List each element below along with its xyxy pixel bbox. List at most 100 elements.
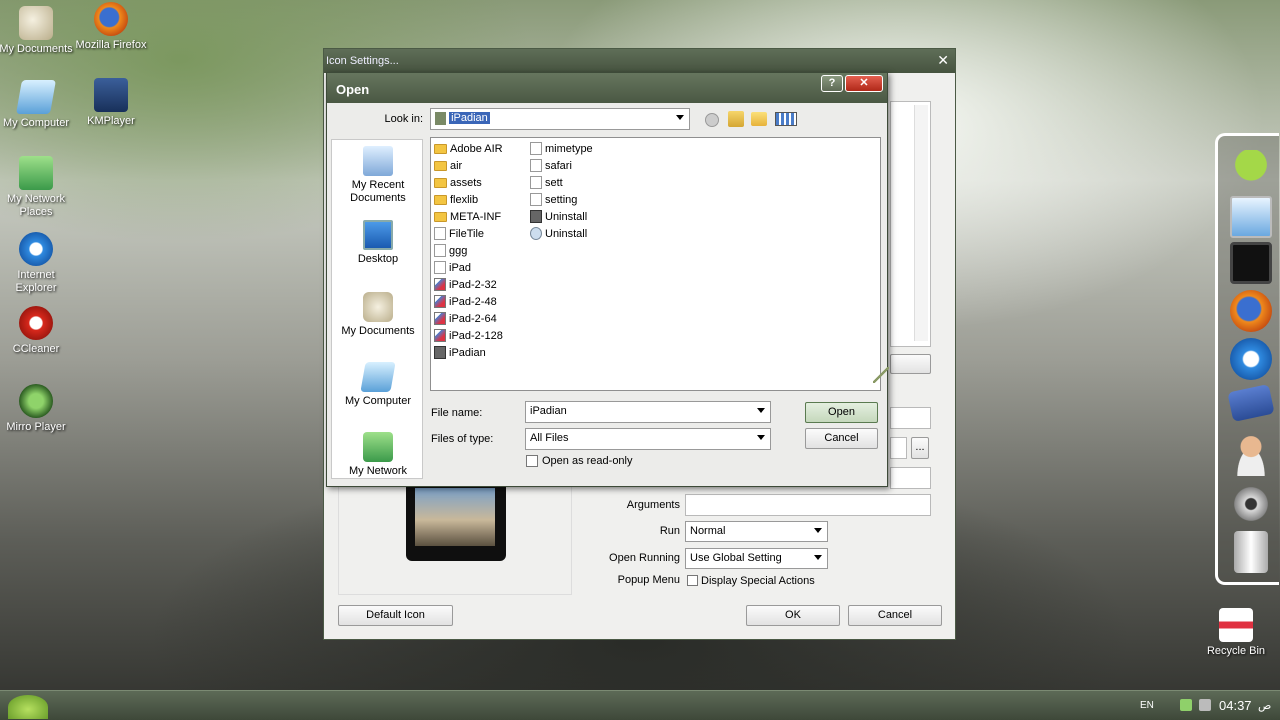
display-special-actions-label: Display Special Actions [701, 575, 815, 587]
desktop-icon-internet-explorer[interactable]: Internet Explorer [0, 232, 74, 295]
list-item[interactable]: setting [530, 191, 577, 208]
browse-button[interactable]: ... [911, 437, 929, 459]
monitor-icon[interactable] [1230, 196, 1272, 238]
desktop-icon-ccleaner[interactable]: CCleaner [0, 306, 74, 356]
file-list[interactable]: Adobe AIR air assets flexlib META-INF Fi… [430, 137, 881, 391]
desktop-icon-firefox[interactable]: Mozilla Firefox [73, 2, 149, 52]
clock-ampm: ص [1258, 700, 1272, 712]
open-dialog-titlebar: Open ? ✕ [327, 73, 887, 103]
open-button[interactable]: Open [805, 402, 878, 423]
internet-explorer-icon [19, 232, 53, 266]
list-item[interactable]: Adobe AIR [434, 140, 503, 157]
desktop-icon-my-computer[interactable]: My Computer [0, 80, 74, 130]
android-icon[interactable] [1230, 150, 1272, 192]
view-menu-icon[interactable] [775, 112, 797, 126]
side-field-2[interactable] [890, 437, 907, 459]
list-item[interactable]: sett [530, 174, 563, 191]
folder-icon [434, 194, 447, 205]
files-of-type-value: All Files [530, 432, 569, 444]
list-item[interactable]: iPad [434, 259, 471, 276]
user-support-icon[interactable] [1230, 434, 1272, 476]
place-recent-documents[interactable]: My Recent Documents [332, 146, 424, 205]
list-item[interactable]: iPadian [434, 344, 486, 361]
place-my-computer[interactable]: My Computer [332, 362, 424, 407]
image-file-icon [434, 329, 446, 342]
trash-icon[interactable] [1234, 531, 1268, 573]
list-item[interactable]: air [434, 157, 462, 174]
chevron-down-icon [676, 115, 684, 120]
place-desktop[interactable]: Desktop [332, 220, 424, 265]
internet-explorer-icon[interactable] [1230, 338, 1272, 380]
list-item[interactable]: iPad-2-64 [434, 310, 497, 327]
list-item[interactable]: iPad-2-48 [434, 293, 497, 310]
run-select[interactable]: Normal [685, 521, 828, 542]
read-only-checkbox[interactable] [526, 455, 538, 467]
tray-volume-icon[interactable] [1199, 699, 1211, 711]
cancel-button[interactable]: Cancel [805, 428, 878, 449]
cancel-button[interactable]: Cancel [848, 605, 942, 626]
firefox-icon[interactable] [1230, 290, 1272, 332]
image-file-icon [434, 312, 446, 325]
open-running-select[interactable]: Use Global Setting [685, 548, 828, 569]
look-in-select[interactable]: iPadian [430, 108, 690, 130]
default-icon-button[interactable]: Default Icon [338, 605, 453, 626]
list-item[interactable]: FileTile [434, 225, 484, 242]
scrollbar[interactable] [914, 105, 928, 341]
list-item[interactable]: ggg [434, 242, 467, 259]
image-file-icon [434, 278, 446, 291]
file-icon [530, 193, 542, 206]
language-indicator[interactable]: EN [1140, 700, 1154, 711]
start-button[interactable] [8, 695, 48, 719]
clock-time[interactable]: 04:37 [1219, 698, 1252, 713]
up-folder-icon[interactable] [728, 111, 744, 127]
tray-network-icon[interactable] [1180, 699, 1192, 711]
help-button[interactable]: ? [821, 75, 843, 92]
resize-grip-icon[interactable] [873, 367, 889, 383]
desktop-icon-recycle-bin[interactable]: Recycle Bin [1198, 608, 1274, 658]
run-label: Run [659, 525, 680, 537]
back-icon[interactable] [705, 113, 719, 127]
list-item[interactable]: Uninstall [530, 225, 587, 242]
list-item[interactable]: META-INF [434, 208, 501, 225]
file-icon [434, 261, 446, 274]
arguments-field[interactable] [685, 494, 931, 516]
open-dialog: Open ? ✕ Look in: iPadian My Recent Docu… [326, 72, 889, 487]
network-places-icon [363, 432, 393, 462]
image-file-icon [434, 295, 446, 308]
firefox-icon [94, 2, 128, 36]
list-item[interactable]: flexlib [434, 191, 478, 208]
folder-icon [434, 211, 447, 222]
folder-icon [434, 160, 447, 171]
file-icon [434, 244, 446, 257]
desktop-icon-network-places[interactable]: My Network Places [0, 156, 74, 219]
list-item[interactable]: iPad-2-32 [434, 276, 497, 293]
side-field-3[interactable] [890, 467, 931, 489]
list-item[interactable]: assets [434, 174, 482, 191]
ok-button[interactable]: OK [746, 605, 840, 626]
side-field-1[interactable] [890, 407, 931, 429]
close-icon[interactable]: ✕ [937, 52, 949, 69]
desktop-icon-label: KMPlayer [87, 115, 135, 127]
ipad-preview-image [406, 481, 506, 561]
list-item[interactable]: safari [530, 157, 572, 174]
list-item[interactable]: iPad-2-128 [434, 327, 503, 344]
new-folder-icon[interactable] [751, 112, 767, 126]
desktop-icon-label: Mozilla Firefox [75, 39, 147, 51]
files-of-type-select[interactable]: All Files [525, 428, 771, 450]
place-my-documents[interactable]: My Documents [332, 292, 424, 337]
desktop-icon-my-documents[interactable]: My Documents [0, 6, 74, 56]
facebook-icon[interactable] [1227, 383, 1275, 423]
file-name-input[interactable]: iPadian [525, 401, 771, 423]
side-button[interactable] [890, 354, 931, 374]
ipad-icon[interactable] [1230, 242, 1272, 284]
list-item[interactable]: Uninstall [530, 208, 587, 225]
gear-icon[interactable] [1230, 483, 1272, 525]
list-item[interactable]: mimetype [530, 140, 593, 157]
desktop-icon-kmplayer[interactable]: KMPlayer [73, 78, 149, 128]
arguments-label: Arguments [626, 499, 680, 511]
file-icon [530, 176, 542, 189]
desktop-icon-mirro-player[interactable]: Mirro Player [0, 384, 74, 434]
display-special-actions-checkbox[interactable] [687, 575, 698, 586]
place-my-network[interactable]: My Network [332, 432, 424, 477]
close-button[interactable]: ✕ [845, 75, 883, 92]
